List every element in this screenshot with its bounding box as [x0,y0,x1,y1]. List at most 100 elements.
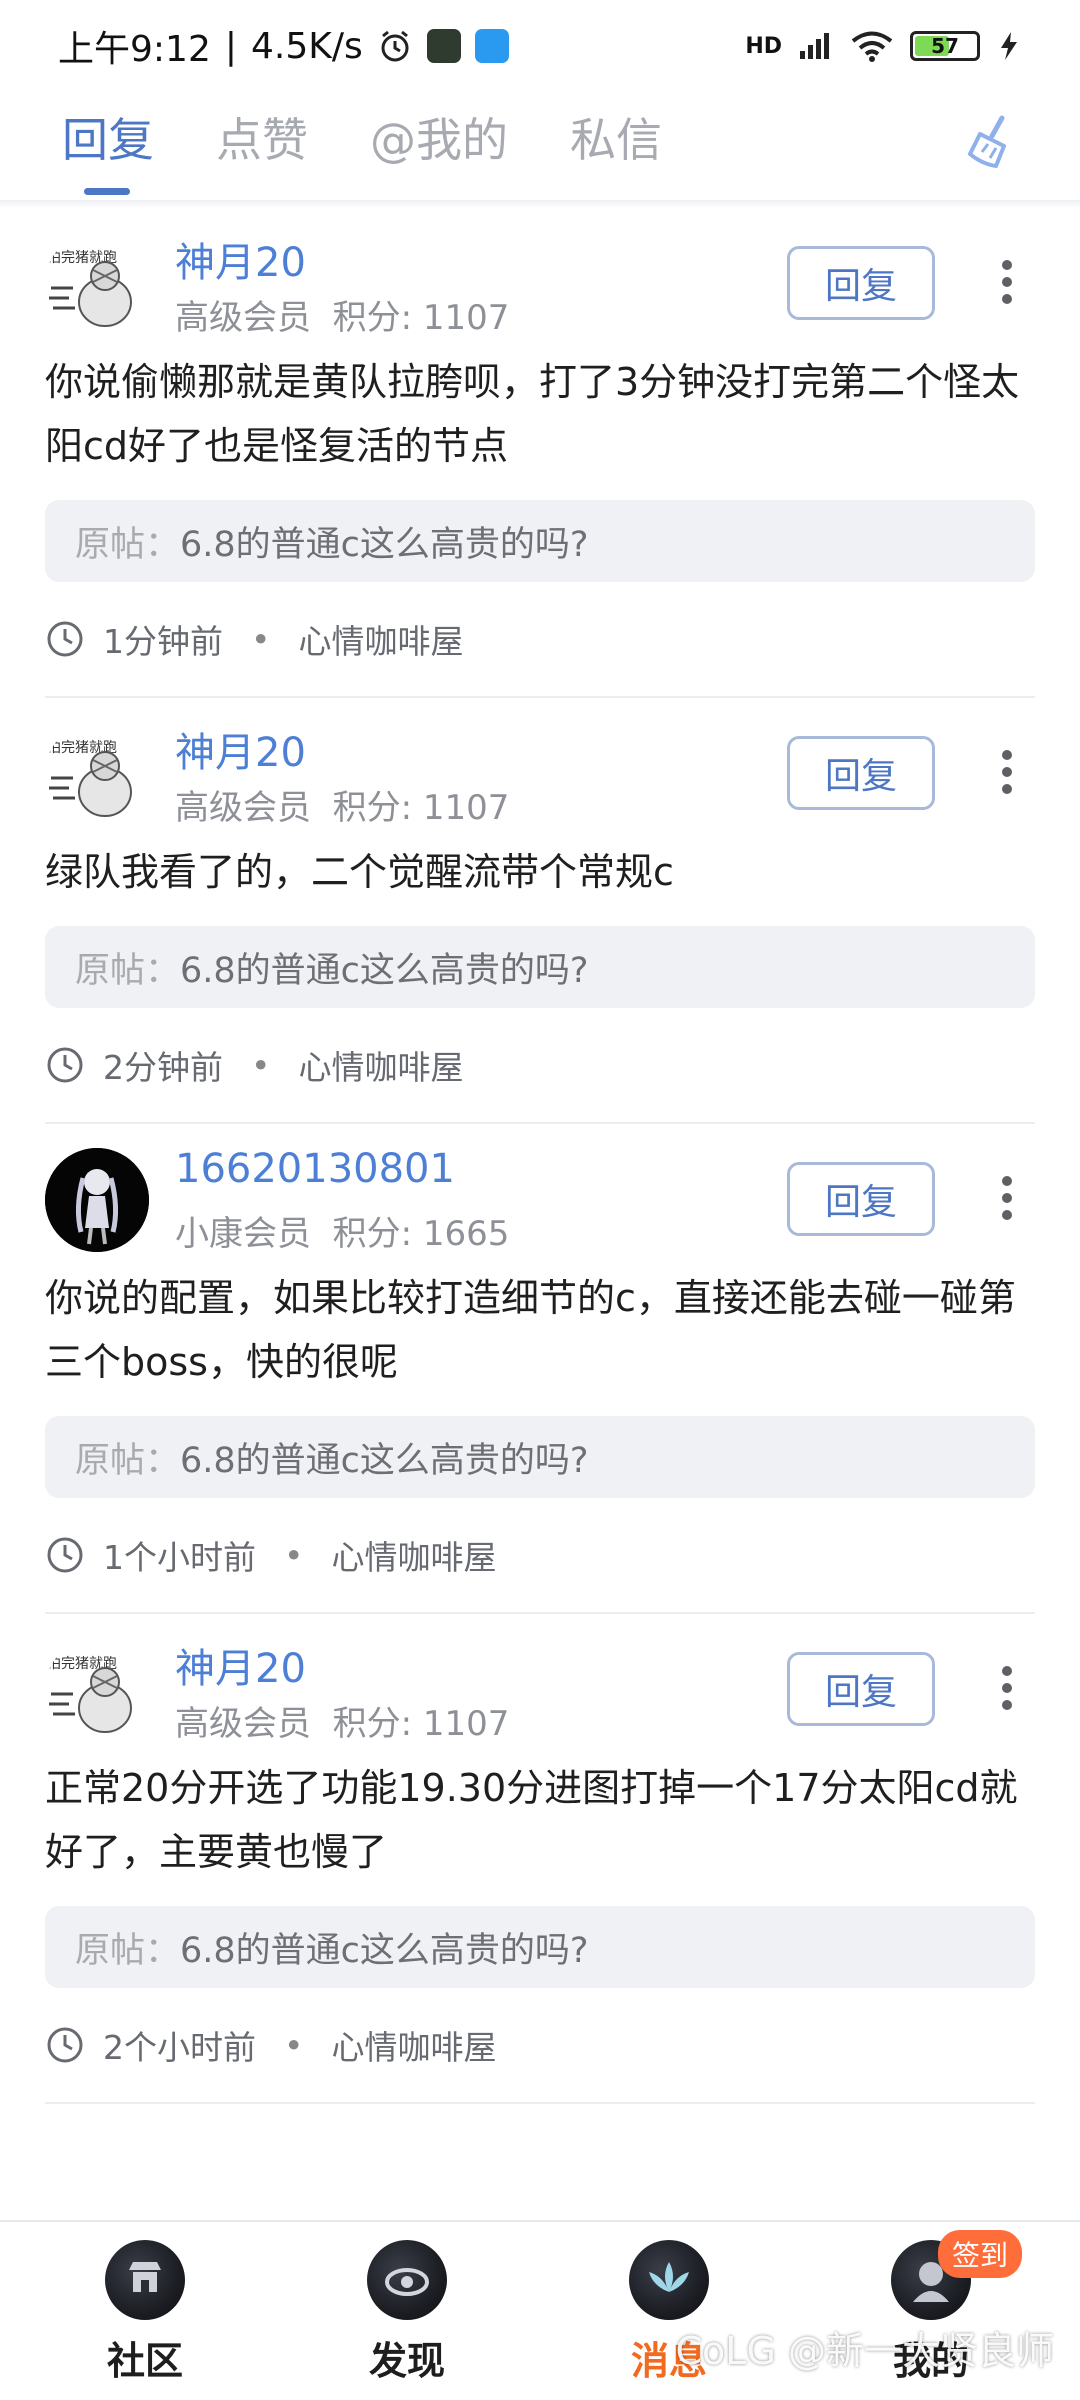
quote-prefix: 原帖： [75,1930,181,1971]
nav-community[interactable]: 社区 [14,2222,276,2400]
original-post-title: 6.8的普通c这么高贵的吗? [180,950,589,991]
watermark: CoLG @新一大贤良师 [675,2329,1054,2373]
clock-icon [47,1047,83,1083]
avatar-image [45,1148,149,1252]
battery-indicator: 57 [910,31,980,61]
status-net-speed: 4.5K/s [250,25,363,67]
discover-icon [367,2240,447,2320]
tab-likes[interactable]: 点赞 [216,92,308,192]
username[interactable]: 神月20 [175,230,306,288]
reply-time: 2个小时前 [103,2028,256,2067]
user-score: 积分: 1665 [332,1214,510,1254]
original-post-link[interactable]: 原帖： 6.8的普通c这么高贵的吗? [45,926,1035,1008]
user-level: 小康会员 [175,1214,311,1254]
tab-mentions[interactable]: @我的 [370,92,508,192]
status-left: 上午9:12 | 4.5K/s [58,20,509,72]
original-post-link[interactable]: 原帖： 6.8的普通c这么高贵的吗? [45,1416,1035,1498]
username[interactable]: 神月20 [175,1636,306,1694]
status-right: HD 57 [745,30,1022,62]
reply-content: 你说的配置，如果比较打造细节的c，直接还能去碰一碰第三个boss，快的很呢 [45,1276,1016,1384]
signal-icon [800,33,829,59]
original-post-link[interactable]: 原帖： 6.8的普通c这么高贵的吗? [45,1906,1035,1988]
message-tabs: 回复 点赞 @我的 私信 [0,92,1080,204]
reply-item[interactable]: 拍完猪就跑 神月20 高级会员 积分: 1107 回复 绿队我看了的，二个觉醒流… [45,698,1035,1124]
reply-header: 拍完猪就跑 神月20 高级会员 积分: 1107 回复 [45,1614,1035,1756]
reply-item[interactable]: 拍完猪就跑 神月20 高级会员 积分: 1107 回复 你说偷懒那就是黄队拉胯呗… [45,208,1035,698]
reply-header: 16620130801 小康会员 积分: 1665 回复 [45,1124,1035,1266]
user-level-info: 小康会员 积分: 1665 [175,1206,509,1255]
user-level: 高级会员 [175,788,311,828]
forum-name[interactable]: 心情咖啡屋 [331,2021,496,2069]
reply-time: 1分钟前 [103,622,223,661]
reply-button[interactable]: 回复 [787,1162,935,1236]
more-options-icon[interactable] [1001,260,1013,304]
reply-time: 1个小时前 [103,1538,256,1577]
avatar[interactable]: 拍完猪就跑 [45,1638,149,1742]
user-level-info: 高级会员 积分: 1107 [175,290,509,339]
reply-header: 拍完猪就跑 神月20 高级会员 积分: 1107 回复 [45,698,1035,840]
forum-name[interactable]: 心情咖啡屋 [298,615,463,663]
check-in-badge[interactable]: 签到 [938,2230,1023,2278]
username[interactable]: 神月20 [175,720,306,778]
user-score: 积分: 1107 [332,1704,510,1744]
link-app-icon [474,29,509,63]
nav-discover[interactable]: 发现 [276,2222,538,2400]
avatar[interactable]: 拍完猪就跑 [45,232,149,336]
avatar-image: 拍完猪就跑 [45,232,149,336]
quote-prefix: 原帖： [75,1440,181,1481]
community-icon [105,2240,185,2320]
reply-content: 绿队我看了的，二个觉醒流带个常规c [45,850,674,894]
avatar[interactable] [45,1148,149,1252]
separator-dot: • [284,2025,304,2065]
avatar[interactable]: 拍完猪就跑 [45,722,149,826]
network-type: HD [745,33,782,59]
avatar-image: 拍完猪就跑 [45,722,149,826]
reply-meta: 1个小时前 • 心情咖啡屋 [45,1498,1035,1612]
reply-item[interactable]: 16620130801 小康会员 积分: 1665 回复 你说的配置，如果比较打… [45,1124,1035,1614]
reply-list: 拍完猪就跑 神月20 高级会员 积分: 1107 回复 你说偷懒那就是黄队拉胯呗… [0,208,1080,2104]
tab-private-messages[interactable]: 私信 [570,92,662,192]
tab-replies[interactable]: 回复 [62,92,154,195]
nav-label: 发现 [368,2339,445,2383]
clear-broom-icon[interactable] [962,112,1022,172]
more-options-icon[interactable] [1001,1176,1013,1220]
separator-dot: • [251,1045,271,1085]
status-bar: 上午9:12 | 4.5K/s HD 57 [0,0,1080,92]
separator-dot: • [251,619,271,659]
reply-button[interactable]: 回复 [787,736,935,810]
reply-content: 正常20分开选了功能19.30分进图打掉一个17分太阳cd就好了，主要黄也慢了 [45,1766,1018,1874]
charging-icon [1001,32,1017,60]
original-post-title: 6.8的普通c这么高贵的吗? [180,524,589,565]
reply-time: 2分钟前 [103,1048,223,1087]
user-score: 积分: 1107 [332,298,510,338]
original-post-title: 6.8的普通c这么高贵的吗? [180,1930,589,1971]
reply-meta: 1分钟前 • 心情咖啡屋 [45,582,1035,696]
forum-name[interactable]: 心情咖啡屋 [298,1041,463,1089]
battery-percent: 57 [931,34,959,58]
reply-button[interactable]: 回复 [787,246,935,320]
reply-content: 你说偷懒那就是黄队拉胯呗，打了3分钟没打完第二个怪太阳cd好了也是怪复活的节点 [45,360,1020,468]
clock-icon [47,621,83,657]
quote-prefix: 原帖： [75,950,181,991]
clock-icon [47,1537,83,1573]
user-score: 积分: 1107 [332,788,510,828]
app-notification-icon [426,29,461,63]
username[interactable]: 16620130801 [175,1146,455,1192]
more-options-icon[interactable] [1001,750,1013,794]
forum-name[interactable]: 心情咖啡屋 [331,1531,496,1579]
status-time: 上午9:12 [58,29,211,70]
reply-button[interactable]: 回复 [787,1652,935,1726]
wifi-icon [851,31,893,62]
status-separator: | [224,25,237,67]
user-level: 高级会员 [175,298,311,338]
original-post-link[interactable]: 原帖： 6.8的普通c这么高贵的吗? [45,500,1035,582]
original-post-title: 6.8的普通c这么高贵的吗? [180,1440,589,1481]
user-level-info: 高级会员 积分: 1107 [175,1696,509,1745]
reply-meta: 2分钟前 • 心情咖啡屋 [45,1008,1035,1122]
reply-item[interactable]: 拍完猪就跑 神月20 高级会员 积分: 1107 回复 正常20分开选了功能19… [45,1614,1035,2104]
messages-lotus-icon [629,2240,709,2320]
separator-dot: • [284,1535,304,1575]
more-options-icon[interactable] [1001,1666,1013,1710]
reply-header: 拍完猪就跑 神月20 高级会员 积分: 1107 回复 [45,208,1035,350]
user-level-info: 高级会员 积分: 1107 [175,780,509,829]
